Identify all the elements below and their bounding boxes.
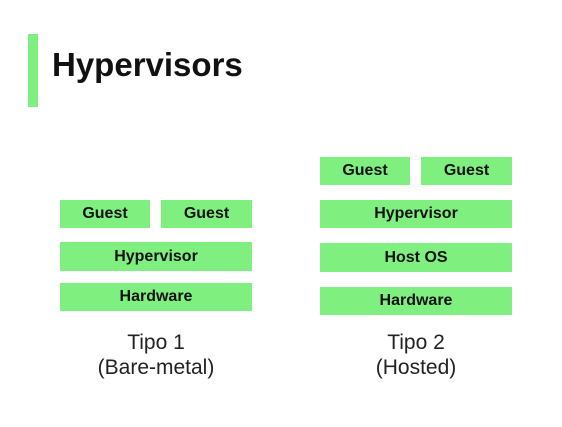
type2-guest-right-box: Guest	[421, 157, 512, 185]
type2-caption: Tipo 2 (Hosted)	[320, 330, 512, 380]
type1-guest-right-box: Guest	[161, 200, 252, 228]
type2-caption-line2: (Hosted)	[375, 356, 457, 379]
type2-hypervisor-box: Hypervisor	[320, 200, 512, 228]
slide-title: Hypervisors	[52, 46, 243, 83]
type2-host-os-box: Host OS	[320, 243, 512, 272]
title-accent-bar	[28, 34, 38, 107]
type2-caption-line1: Tipo 2	[387, 331, 445, 354]
type1-caption-line2: (Bare-metal)	[97, 356, 215, 379]
type2-guest-left-box: Guest	[320, 157, 410, 185]
type1-hardware-box: Hardware	[60, 283, 252, 311]
type1-caption-line1: Tipo 1	[127, 331, 185, 354]
type1-guest-left-box: Guest	[60, 200, 150, 228]
type1-caption: Tipo 1 (Bare-metal)	[60, 330, 252, 380]
type2-hardware-box: Hardware	[320, 287, 512, 315]
type1-hypervisor-box: Hypervisor	[60, 242, 252, 271]
